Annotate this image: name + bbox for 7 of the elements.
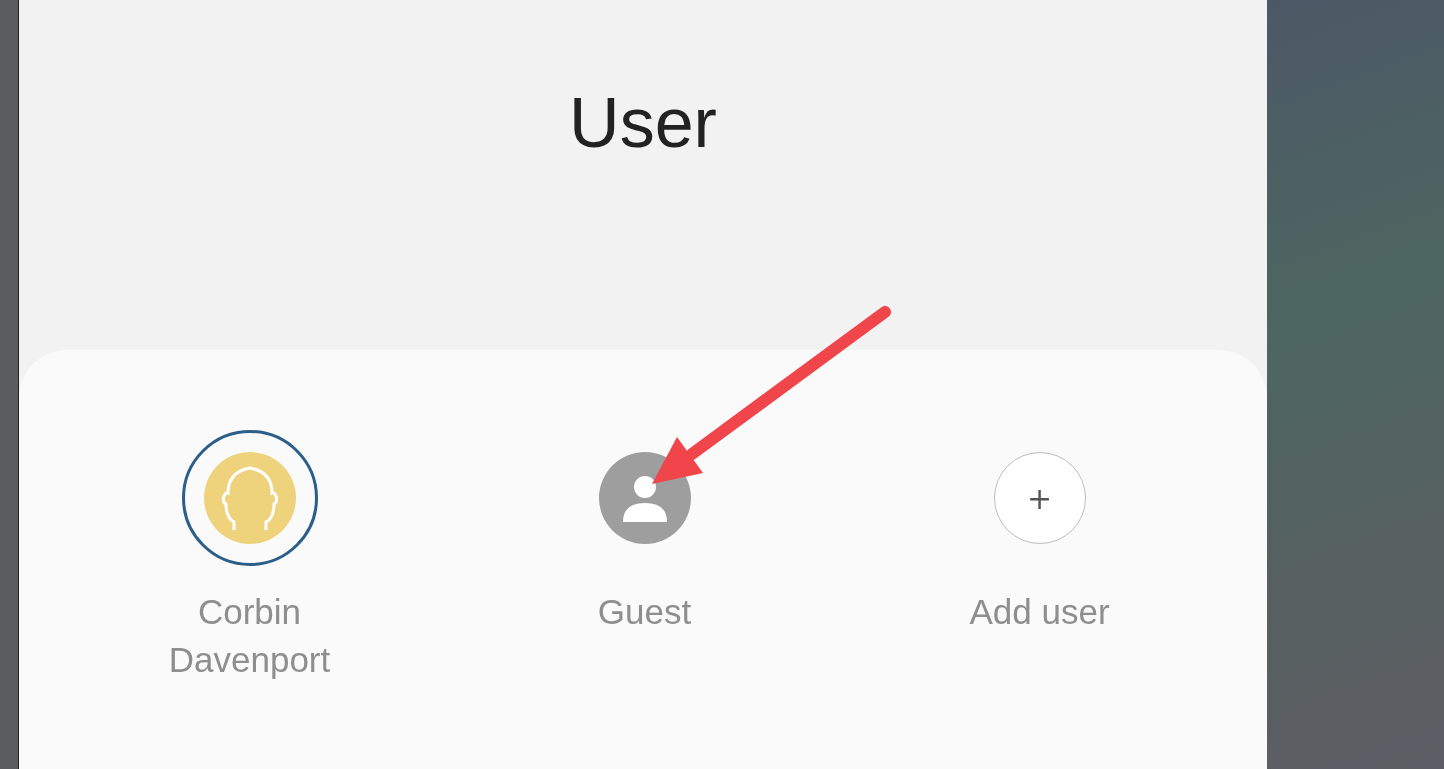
panel-title: User: [569, 88, 717, 158]
profile-avatar[interactable]: [181, 430, 318, 566]
silhouette-icon: [203, 452, 296, 544]
user-name: Corbin Davenport: [167, 591, 332, 681]
user-name: Guest: [596, 591, 693, 633]
add-user-button[interactable]: +: [993, 452, 1086, 544]
user-name: Add user: [968, 591, 1111, 633]
